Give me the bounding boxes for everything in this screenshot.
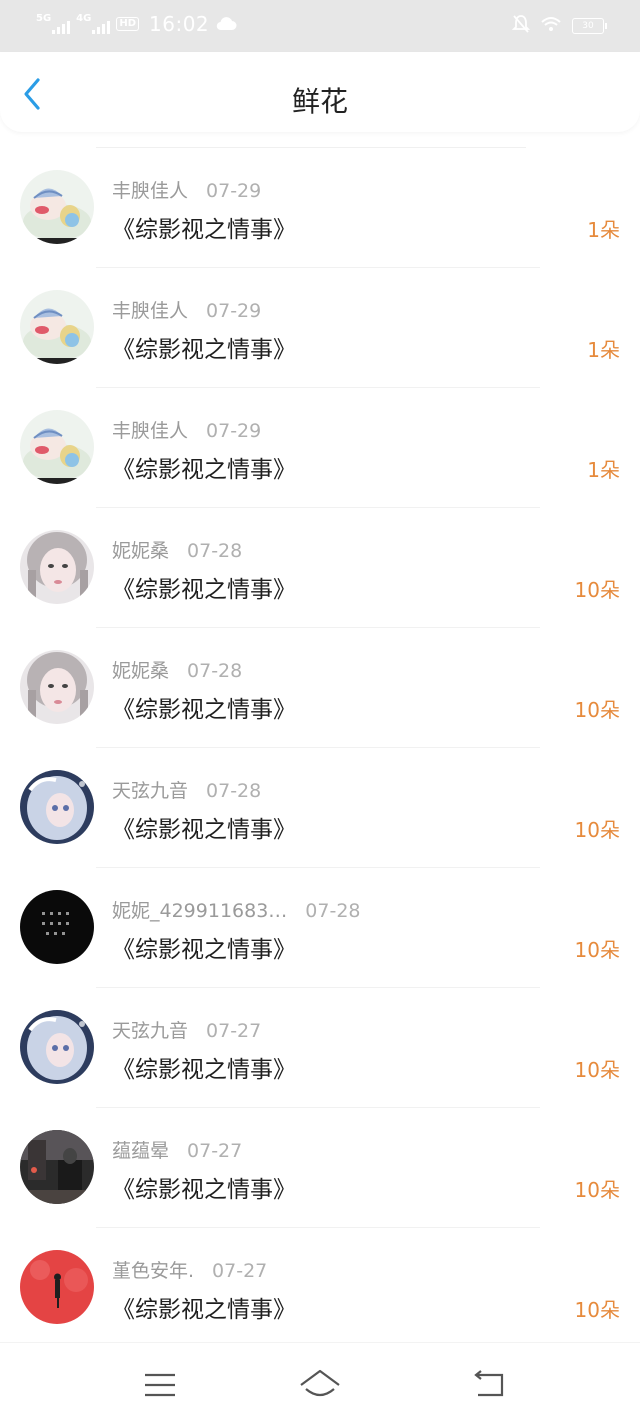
flower-list-item[interactable]: 丰腴佳人 07-29 《综影视之情事》 1朵 [0,148,640,268]
flower-count: 10朵 [574,1298,620,1322]
item-meta: 丰腴佳人 07-29 [112,296,261,323]
flower-list-item[interactable]: 天弦九音 07-27 《综影视之情事》 10朵 [0,988,640,1108]
username[interactable]: 天弦九音 [112,1020,188,1042]
book-title[interactable]: 《综影视之情事》 [112,1290,296,1324]
avatar[interactable] [20,650,94,724]
book-title[interactable]: 《综影视之情事》 [112,210,296,244]
flower-count: 10朵 [574,938,620,962]
item-meta: 丰腴佳人 07-29 [112,176,261,203]
flower-list-item[interactable]: 妮妮桑 07-28 《综影视之情事》 10朵 [0,508,640,628]
book-title[interactable]: 《综影视之情事》 [112,450,296,484]
avatar[interactable] [20,530,94,604]
flower-count: 10朵 [574,578,620,602]
menu-icon [145,1373,175,1397]
date: 07-29 [206,180,262,202]
status-right: 30 [511,14,607,38]
home-button[interactable] [298,1365,342,1405]
date: 07-28 [187,540,243,562]
username[interactable]: 丰腴佳人 [112,300,188,322]
flower-list-item[interactable]: 丰腴佳人 07-29 《综影视之情事》 1朵 [0,268,640,388]
signal-bars-icon [92,20,111,34]
avatar[interactable] [20,1250,94,1324]
book-title[interactable]: 《综影视之情事》 [112,930,296,964]
date: 07-28 [305,900,361,922]
item-meta: 天弦九音 07-27 [112,1016,261,1043]
username[interactable]: 蕴蕴晕 [112,1140,169,1162]
home-icon [300,1369,340,1397]
username[interactable]: 堇色安年. [112,1260,194,1282]
item-meta: 妮妮桑 07-28 [112,656,242,683]
network-5g-label: 5G [36,13,52,24]
username[interactable]: 丰腴佳人 [112,420,188,442]
date: 07-28 [206,780,262,802]
book-title[interactable]: 《综影视之情事》 [112,1170,296,1204]
system-nav-bar [0,1342,640,1427]
battery-icon: 30 [572,18,607,34]
flower-count: 1朵 [587,218,620,242]
flower-list-item[interactable]: 堇色安年. 07-27 《综影视之情事》 10朵 [0,1228,640,1348]
username[interactable]: 妮妮_429911683… [112,900,287,922]
wifi-icon [540,16,562,36]
menu-button[interactable] [140,1365,180,1405]
date: 07-27 [187,1140,243,1162]
item-meta: 妮妮桑 07-28 [112,536,242,563]
cloud-icon [215,12,237,36]
network-4g-label: 4G [76,13,92,24]
page-title: 鲜花 [291,85,348,118]
item-meta: 蕴蕴晕 07-27 [112,1136,242,1163]
book-title[interactable]: 《综影视之情事》 [112,810,296,844]
date: 07-27 [206,1020,262,1042]
flower-count: 1朵 [587,338,620,362]
mute-bell-icon [511,14,531,38]
avatar[interactable] [20,770,94,844]
hd-badge: HD [116,17,140,31]
date: 07-28 [187,660,243,682]
flower-count: 1朵 [587,458,620,482]
header: 鲜花 [0,52,640,132]
book-title[interactable]: 《综影视之情事》 [112,1050,296,1084]
date: 07-29 [206,300,262,322]
date: 07-27 [212,1260,268,1282]
item-meta: 妮妮_429911683… 07-28 [112,896,361,923]
item-meta: 丰腴佳人 07-29 [112,416,261,443]
flower-list: 丰腴佳人 07-29 《综影视之情事》 1朵 丰腴佳人 07-29 《综影视之情事》 1朵 丰腴… [0,148,640,1348]
flower-count: 10朵 [574,818,620,842]
status-left: 5G 4G HD 16:02 [36,12,237,36]
flower-list-item[interactable]: 天弦九音 07-28 《综影视之情事》 10朵 [0,748,640,868]
item-meta: 天弦九音 07-28 [112,776,261,803]
username[interactable]: 天弦九音 [112,780,188,802]
flower-count: 10朵 [574,1178,620,1202]
flower-count: 10朵 [574,698,620,722]
avatar[interactable] [20,290,94,364]
flower-list-item[interactable]: 妮妮桑 07-28 《综影视之情事》 10朵 [0,628,640,748]
flower-list-item[interactable]: 蕴蕴晕 07-27 《综影视之情事》 10朵 [0,1108,640,1228]
signal-bars-icon [52,20,71,34]
status-bar: 5G 4G HD 16:02 30 [0,0,640,52]
avatar[interactable] [20,170,94,244]
back-icon [474,1370,504,1397]
signal-4g: 4G [76,13,111,34]
book-title[interactable]: 《综影视之情事》 [112,570,296,604]
avatar[interactable] [20,890,94,964]
flower-count: 10朵 [574,1058,620,1082]
flower-list-item[interactable]: 妮妮_429911683… 07-28 《综影视之情事》 10朵 [0,868,640,988]
username[interactable]: 妮妮桑 [112,540,169,562]
avatar[interactable] [20,1010,94,1084]
book-title[interactable]: 《综影视之情事》 [112,330,296,364]
item-meta: 堇色安年. 07-27 [112,1256,267,1283]
book-title[interactable]: 《综影视之情事》 [112,690,296,724]
username[interactable]: 妮妮桑 [112,660,169,682]
avatar[interactable] [20,410,94,484]
username[interactable]: 丰腴佳人 [112,180,188,202]
flower-list-item[interactable]: 丰腴佳人 07-29 《综影视之情事》 1朵 [0,388,640,508]
avatar[interactable] [20,1130,94,1204]
clock: 16:02 [149,12,210,36]
signal-5g: 5G [36,13,71,34]
back-nav-button[interactable] [468,1365,508,1405]
date: 07-29 [206,420,262,442]
